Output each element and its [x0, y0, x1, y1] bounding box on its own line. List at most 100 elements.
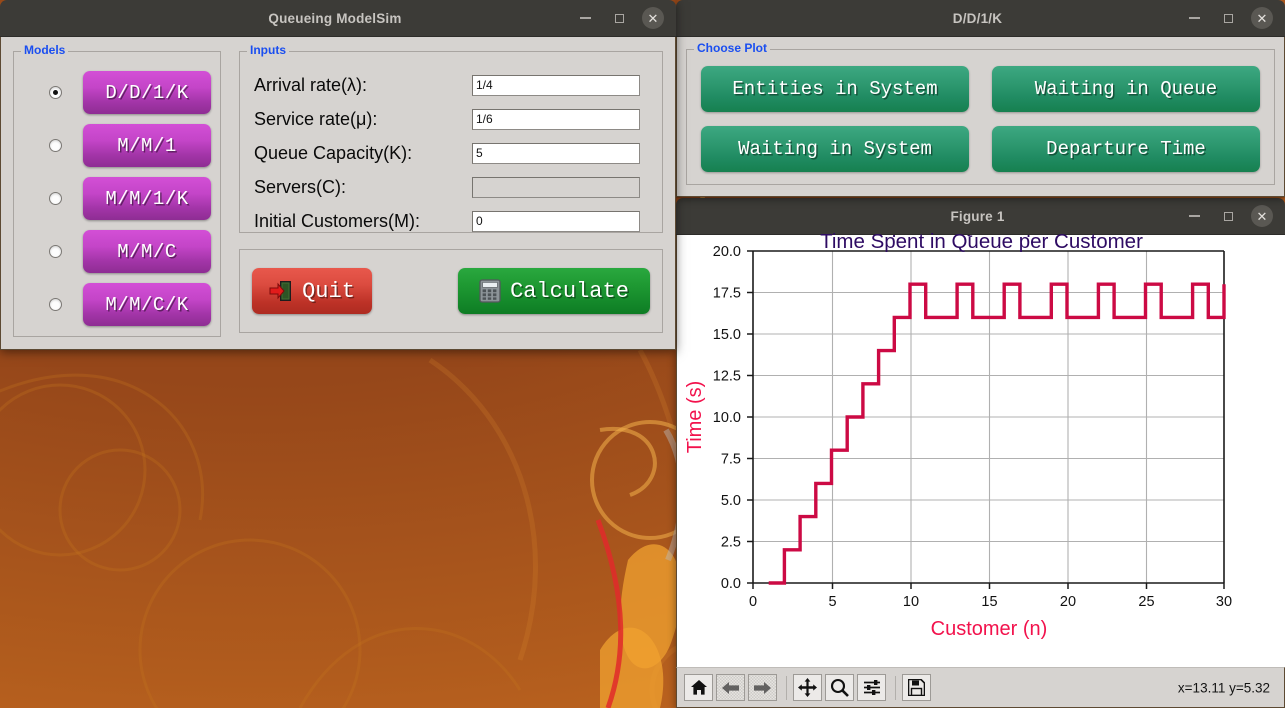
xtick-15: 15: [981, 594, 997, 610]
quit-button-label: Quit: [302, 279, 355, 304]
queue-capacity-input[interactable]: 5: [472, 143, 640, 164]
arrival-rate-input[interactable]: 1/4: [472, 75, 640, 96]
model-label-mmck: M/M/C/K: [105, 294, 188, 316]
model-button-mmck[interactable]: M/M/C/K: [83, 283, 211, 326]
ytick-10: 10.0: [713, 410, 741, 426]
model-row-mmck[interactable]: M/M/C/K: [14, 278, 220, 331]
figure-close-button[interactable]: ✕: [1251, 205, 1273, 227]
actions-group: Quit Calculat: [239, 249, 663, 333]
initial-customers-value: 0: [476, 214, 483, 228]
queue-time-chart: 20.0 17.5 15.0 12.5 10.0 7.5 5.0 2.5 0.0…: [677, 235, 1285, 667]
service-rate-input[interactable]: 1/6: [472, 109, 640, 130]
arrival-rate-value: 1/4: [476, 78, 493, 92]
model-label-mmc: M/M/C: [117, 241, 177, 263]
toolbar-separator-2: [895, 676, 896, 700]
entities-in-system-label: Entities in System: [732, 78, 937, 100]
model-radio-mm1k[interactable]: [49, 192, 62, 205]
xtick-30: 30: [1216, 594, 1232, 610]
input-row-queue-capacity: Queue Capacity(K): 5: [240, 136, 662, 170]
quit-button[interactable]: Quit: [252, 268, 372, 314]
figure-minimize-button[interactable]: [1183, 205, 1205, 227]
home-icon[interactable]: [684, 674, 713, 701]
xtick-5: 5: [828, 594, 836, 610]
plot-chooser-window[interactable]: D/D/1/K ✕ Choose Plot Entities in System…: [676, 0, 1285, 197]
waiting-in-system-label: Waiting in System: [738, 138, 932, 160]
waiting-in-queue-label: Waiting in Queue: [1035, 78, 1217, 100]
model-radio-mmc[interactable]: [49, 245, 62, 258]
arrival-rate-label: Arrival rate(λ):: [254, 75, 472, 96]
chart-title: Time Spent in Queue per Customer: [828, 235, 1151, 238]
model-row-ddk[interactable]: D/D/1/K: [14, 66, 220, 119]
figure-canvas[interactable]: 20.0 17.5 15.0 12.5 10.0 7.5 5.0 2.5 0.0…: [676, 235, 1285, 667]
main-titlebar[interactable]: Queueing ModelSim ✕: [0, 0, 676, 37]
ytick-12_5: 12.5: [713, 369, 741, 385]
entities-in-system-button[interactable]: Entities in System: [701, 66, 969, 112]
model-radio-ddk[interactable]: [49, 86, 62, 99]
main-close-button[interactable]: ✕: [642, 7, 664, 29]
ytick-0: 0.0: [721, 576, 741, 592]
save-floppy-icon[interactable]: [902, 674, 931, 701]
plot-chooser-close-button[interactable]: ✕: [1251, 7, 1273, 29]
zoom-magnifier-icon[interactable]: [825, 674, 854, 701]
main-window[interactable]: Queueing ModelSim ✕ Models D/D/1/K M/M/1: [0, 0, 676, 350]
main-minimize-button[interactable]: [574, 7, 596, 29]
model-radio-mm1[interactable]: [49, 139, 62, 152]
pan-move-icon[interactable]: [793, 674, 822, 701]
main-maximize-button[interactable]: [608, 7, 630, 29]
input-row-initial-customers: Initial Customers(M): 0: [240, 204, 662, 238]
plot-chooser-window-title: D/D/1/K: [676, 11, 1183, 26]
inputs-group-label: Inputs: [247, 43, 289, 57]
cursor-coordinates: x=13.11 y=5.32: [1178, 680, 1270, 695]
model-row-mm1[interactable]: M/M/1: [14, 119, 220, 172]
back-arrow-icon[interactable]: [716, 674, 745, 701]
plot-chooser-body: Choose Plot Entities in System Waiting i…: [676, 37, 1285, 197]
plot-chooser-titlebar[interactable]: D/D/1/K ✕: [676, 0, 1285, 37]
input-row-service-rate: Service rate(μ): 1/6: [240, 102, 662, 136]
figure-toolbar[interactable]: x=13.11 y=5.32: [676, 667, 1285, 708]
ytick-20: 20.0: [713, 244, 741, 260]
model-label-mm1: M/M/1: [117, 135, 177, 157]
service-rate-value: 1/6: [476, 112, 493, 126]
model-radio-mmck[interactable]: [49, 298, 62, 311]
model-button-mm1[interactable]: M/M/1: [83, 124, 211, 167]
departure-time-button[interactable]: Departure Time: [992, 126, 1260, 172]
model-button-mm1k[interactable]: M/M/1/K: [83, 177, 211, 220]
waiting-in-queue-button[interactable]: Waiting in Queue: [992, 66, 1260, 112]
xtick-0: 0: [749, 594, 757, 610]
service-rate-label: Service rate(μ):: [254, 109, 472, 130]
initial-customers-label: Initial Customers(M):: [254, 211, 472, 232]
choose-plot-group: Choose Plot Entities in System Waiting i…: [686, 49, 1275, 185]
figure-window-title: Figure 1: [676, 209, 1183, 224]
figure-maximize-button[interactable]: [1217, 205, 1239, 227]
plot-chooser-maximize-button[interactable]: [1217, 7, 1239, 29]
models-group: Models D/D/1/K M/M/1 M/M/1/K: [13, 51, 221, 337]
chart-xlabel: Customer (n): [931, 618, 1048, 640]
queue-capacity-label: Queue Capacity(K):: [254, 143, 472, 164]
figure-titlebar[interactable]: Figure 1 ✕: [676, 198, 1285, 235]
choose-plot-group-label: Choose Plot: [694, 41, 770, 55]
initial-customers-input[interactable]: 0: [472, 211, 640, 232]
model-button-ddk[interactable]: D/D/1/K: [83, 71, 211, 114]
servers-input[interactable]: [472, 177, 640, 198]
plot-chooser-minimize-button[interactable]: [1183, 7, 1205, 29]
right-column: Inputs Arrival rate(λ): 1/4 Service rate…: [239, 51, 663, 337]
model-button-mmc[interactable]: M/M/C: [83, 230, 211, 273]
forward-arrow-icon[interactable]: [748, 674, 777, 701]
input-row-servers: Servers(C):: [240, 170, 662, 204]
waiting-in-system-button[interactable]: Waiting in System: [701, 126, 969, 172]
model-row-mm1k[interactable]: M/M/1/K: [14, 172, 220, 225]
queue-capacity-value: 5: [476, 146, 483, 160]
calculator-icon: [479, 279, 501, 303]
calculate-button[interactable]: Calculate: [458, 268, 650, 314]
chart-ylabel: Time (s): [684, 381, 706, 454]
configure-subplots-icon[interactable]: [857, 674, 886, 701]
input-row-arrival-rate: Arrival rate(λ): 1/4: [240, 68, 662, 102]
xtick-25: 25: [1138, 594, 1154, 610]
model-label-mm1k: M/M/1/K: [105, 188, 188, 210]
model-label-ddk: D/D/1/K: [105, 82, 188, 104]
toolbar-separator-1: [786, 676, 787, 700]
xtick-20: 20: [1060, 594, 1076, 610]
inputs-group: Inputs Arrival rate(λ): 1/4 Service rate…: [239, 51, 663, 233]
model-row-mmc[interactable]: M/M/C: [14, 225, 220, 278]
figure-window[interactable]: Figure 1 ✕: [676, 198, 1285, 708]
